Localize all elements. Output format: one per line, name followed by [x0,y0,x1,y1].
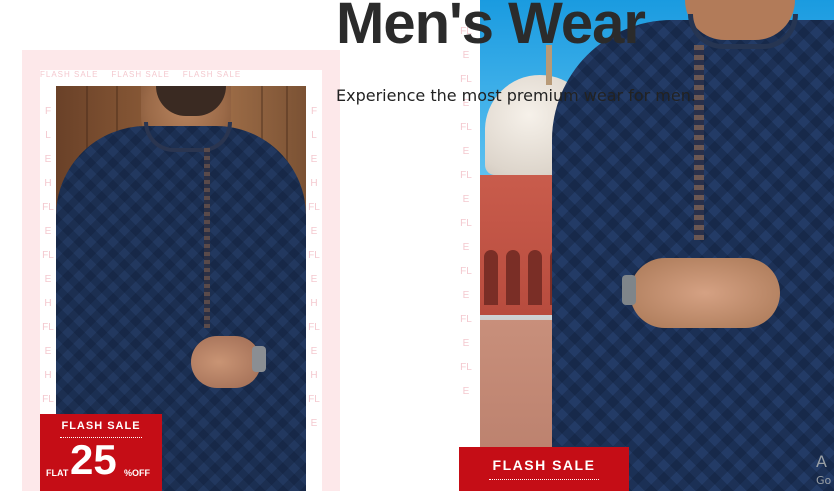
badge-flat-label: FLAT [46,468,69,478]
kurta-placket-large [694,45,704,240]
badge-percent: 25 [70,436,117,483]
model-hand [191,336,261,388]
page-title: Men's Wear [336,0,646,56]
flash-sale-watermark-row: FLASH SALE FLASH SALE FLASH SALE [40,70,242,79]
flash-sale-watermark-column-left: FL EH FLE FLE HFL EH FLE [42,106,54,429]
corner-text: A [816,452,827,471]
kurta-placket [204,148,210,328]
corner-subtext: Go [816,474,832,487]
flash-sale-badge[interactable]: FLASH SALE [459,447,629,491]
flash-sale-watermark-strip: FL E FL E FL E FL E FL E FL E FL E FL E [455,0,480,491]
wristwatch [252,346,266,372]
model-hands [630,258,780,328]
discount-badge[interactable]: FLASH SALE FLAT 25 %OFF [40,414,162,491]
flash-sale-badge-underline [489,477,599,480]
badge-off-label: %OFF [124,468,150,478]
badge-title: FLASH SALE [61,420,141,432]
hero-photo-right[interactable] [480,0,834,491]
flash-sale-watermark-column-mid: FL E FL E FL E FL E FL E FL E FL E FL E [460,26,472,397]
mosque-arch [506,250,520,305]
wristwatch-large [622,275,636,305]
page-subtitle: Experience the most premium wear for men… [336,86,696,105]
flash-sale-watermark-column-right: FL EH FL E FL E H FL EH FL E [308,106,320,429]
mosque-arch [528,250,542,305]
flash-sale-badge-title: FLASH SALE [492,457,596,473]
mosque-arch [484,250,498,305]
